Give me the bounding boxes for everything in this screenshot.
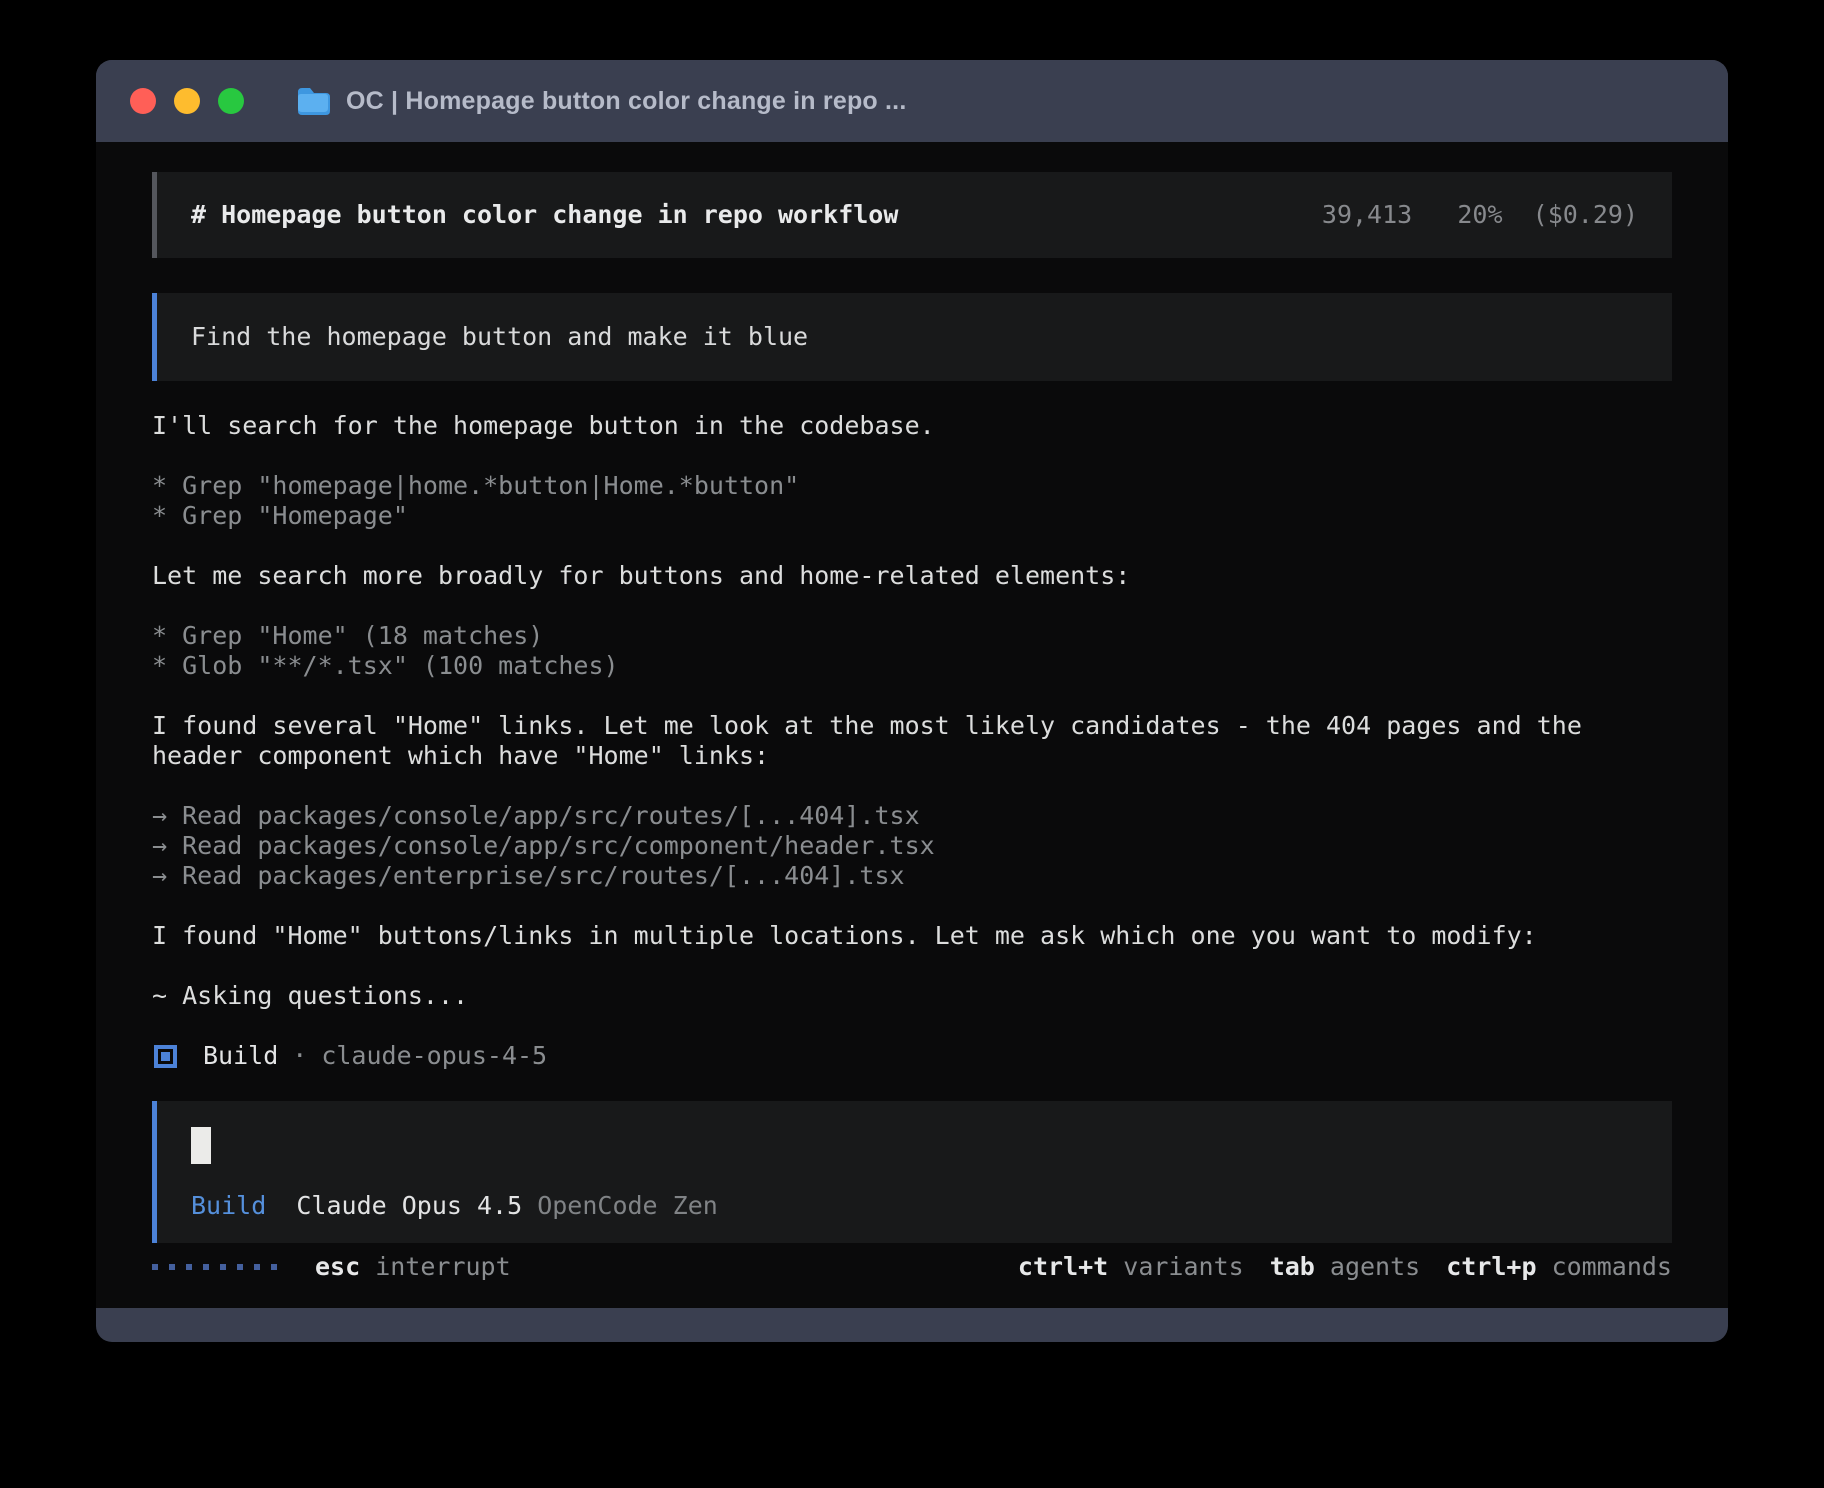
- app-window: OC | Homepage button color change in rep…: [96, 60, 1728, 1342]
- spinner-dot: [203, 1264, 209, 1270]
- esc-key-hint: esc: [315, 1252, 360, 1282]
- input-model-label: Claude Opus 4.5: [296, 1191, 522, 1221]
- assistant-text-line: [152, 441, 1672, 471]
- shortcut-key: ctrl+t: [1018, 1252, 1108, 1282]
- session-cost: ($0.29): [1533, 200, 1638, 229]
- assistant-text-line: I found several "Home" links. Let me loo…: [152, 711, 1672, 741]
- terminal-area: # Homepage button color change in repo w…: [96, 142, 1728, 1308]
- context-percent: 20%: [1457, 200, 1502, 229]
- token-count: 39,413: [1322, 200, 1412, 229]
- status-bar: esc interrupt ctrl+tvariantstabagentsctr…: [152, 1252, 1672, 1282]
- window-titlebar[interactable]: OC | Homepage button color change in rep…: [96, 60, 1728, 142]
- shortcut-hint: ctrl+p commands: [1446, 1252, 1672, 1282]
- tool-call-line: → Read packages/enterprise/src/routes/[.…: [152, 861, 1672, 891]
- shortcut-label: commands: [1552, 1252, 1672, 1282]
- session-metrics: 39,413 20% ($0.29): [1322, 200, 1638, 230]
- session-title: # Homepage button color change in repo w…: [191, 200, 898, 230]
- assistant-text-line: [152, 531, 1672, 561]
- spinner-dot: [237, 1264, 243, 1270]
- tool-call-line: * Grep "Home" (18 matches): [152, 621, 1672, 651]
- assistant-text-line: [152, 891, 1672, 921]
- assistant-text-line: I found "Home" buttons/links in multiple…: [152, 921, 1672, 951]
- tool-call-line: → Read packages/console/app/src/routes/[…: [152, 801, 1672, 831]
- tool-call-line: * Grep "homepage|home.*button|Home.*butt…: [152, 471, 1672, 501]
- input-status-row: Build Claude Opus 4.5 OpenCode Zen: [191, 1191, 1638, 1221]
- agent-name: Build: [203, 1041, 278, 1071]
- assistant-text-line: Let me search more broadly for buttons a…: [152, 561, 1672, 591]
- assistant-text-line: header component which have "Home" links…: [152, 741, 1672, 771]
- assistant-text-line: [152, 951, 1672, 981]
- window-title: OC | Homepage button color change in rep…: [346, 87, 906, 116]
- user-message: Find the homepage button and make it blu…: [152, 293, 1672, 381]
- assistant-text-line: [152, 681, 1672, 711]
- session-header: # Homepage button color change in repo w…: [152, 172, 1672, 258]
- agent-separator: ·: [292, 1041, 307, 1071]
- shortcut-key: ctrl+p: [1446, 1252, 1536, 1282]
- status-bar-left: esc interrupt: [152, 1252, 511, 1282]
- assistant-text-line: ~ Asking questions...: [152, 981, 1672, 1011]
- spinner-dots: [152, 1264, 277, 1270]
- agent-model-id: claude-opus-4-5: [321, 1041, 547, 1071]
- spinner-dot: [271, 1264, 277, 1270]
- esc-action-label: interrupt: [375, 1252, 510, 1282]
- shortcut-key: tab: [1270, 1252, 1315, 1282]
- traffic-lights: [130, 88, 244, 114]
- spinner-dot: [152, 1264, 158, 1270]
- prompt-input[interactable]: Build Claude Opus 4.5 OpenCode Zen: [152, 1101, 1672, 1243]
- zoom-button[interactable]: [218, 88, 244, 114]
- assistant-transcript: I'll search for the homepage button in t…: [152, 411, 1672, 1011]
- assistant-text-line: I'll search for the homepage button in t…: [152, 411, 1672, 441]
- assistant-text-line: [152, 591, 1672, 621]
- agent-status-row: Build · claude-opus-4-5: [152, 1041, 1672, 1071]
- close-button[interactable]: [130, 88, 156, 114]
- text-cursor: [191, 1127, 211, 1164]
- spinner-dot: [254, 1264, 260, 1270]
- shortcut-label: agents: [1330, 1252, 1420, 1282]
- tool-call-line: * Glob "**/*.tsx" (100 matches): [152, 651, 1672, 681]
- folder-icon: [296, 87, 330, 115]
- tool-call-line: * Grep "Homepage": [152, 501, 1672, 531]
- spinner-dot: [186, 1264, 192, 1270]
- minimize-button[interactable]: [174, 88, 200, 114]
- input-provider-label: OpenCode Zen: [537, 1191, 718, 1221]
- spinner-dot: [220, 1264, 226, 1270]
- shortcut-label: variants: [1123, 1252, 1243, 1282]
- status-bar-shortcuts: ctrl+t variants tab agents ctrl+p commands: [1018, 1252, 1672, 1282]
- agent-build-icon: [154, 1045, 177, 1068]
- spinner-dot: [169, 1264, 175, 1270]
- assistant-text-line: [152, 771, 1672, 801]
- user-message-text: Find the homepage button and make it blu…: [191, 322, 808, 352]
- tool-call-line: → Read packages/console/app/src/componen…: [152, 831, 1672, 861]
- shortcut-hint: tab agents: [1270, 1252, 1421, 1282]
- shortcut-hint: ctrl+t variants: [1018, 1252, 1244, 1282]
- input-agent-label: Build: [191, 1191, 266, 1221]
